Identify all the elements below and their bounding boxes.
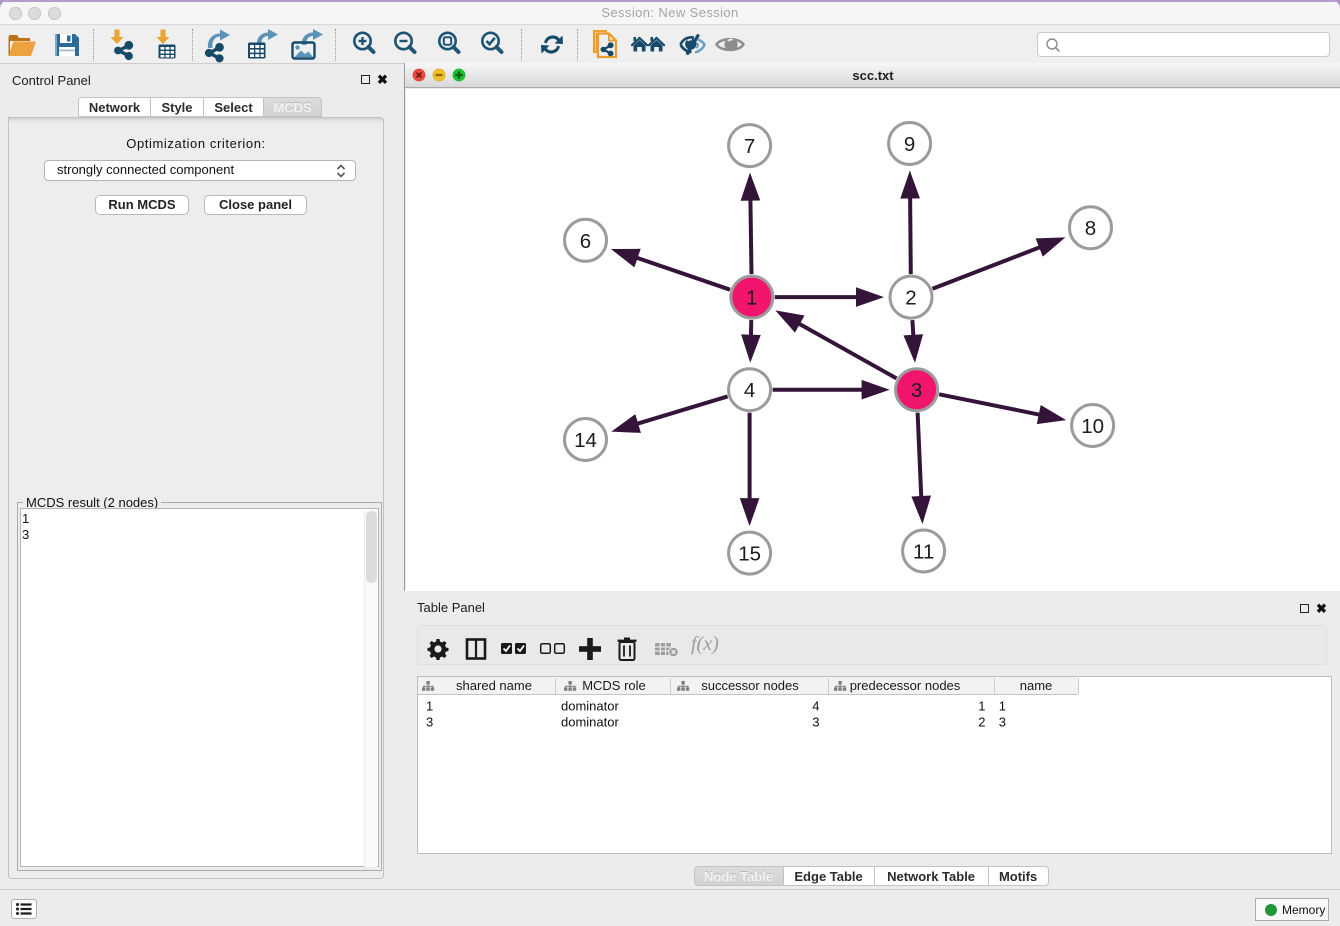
svg-text:3: 3 [812,715,819,730]
svg-text:1: 1 [999,699,1006,714]
svg-text:dominator: dominator [561,715,619,730]
svg-text:2: 2 [978,715,985,730]
svg-text:predecessor nodes: predecessor nodes [850,678,961,693]
svg-text:3: 3 [999,715,1006,730]
svg-text:shared name: shared name [456,678,532,693]
svg-text:successor nodes: successor nodes [701,678,799,693]
svg-text:1: 1 [746,287,757,310]
svg-text:14: 14 [574,429,597,452]
svg-text:15: 15 [738,543,761,566]
svg-text:7: 7 [744,135,755,158]
svg-text:3: 3 [426,715,433,730]
svg-text:9: 9 [904,133,915,156]
svg-text:3: 3 [911,379,922,402]
svg-text:name: name [1020,678,1053,693]
svg-text:6: 6 [580,230,591,253]
svg-text:10: 10 [1081,415,1104,438]
svg-text:4: 4 [744,379,755,402]
svg-text:1: 1 [426,699,433,714]
svg-text:4: 4 [812,699,819,714]
svg-text:MCDS role: MCDS role [582,678,646,693]
svg-text:2: 2 [905,287,916,310]
svg-text:1: 1 [978,699,985,714]
svg-text:11: 11 [913,541,934,564]
svg-text:dominator: dominator [561,699,619,714]
svg-text:8: 8 [1085,217,1096,240]
